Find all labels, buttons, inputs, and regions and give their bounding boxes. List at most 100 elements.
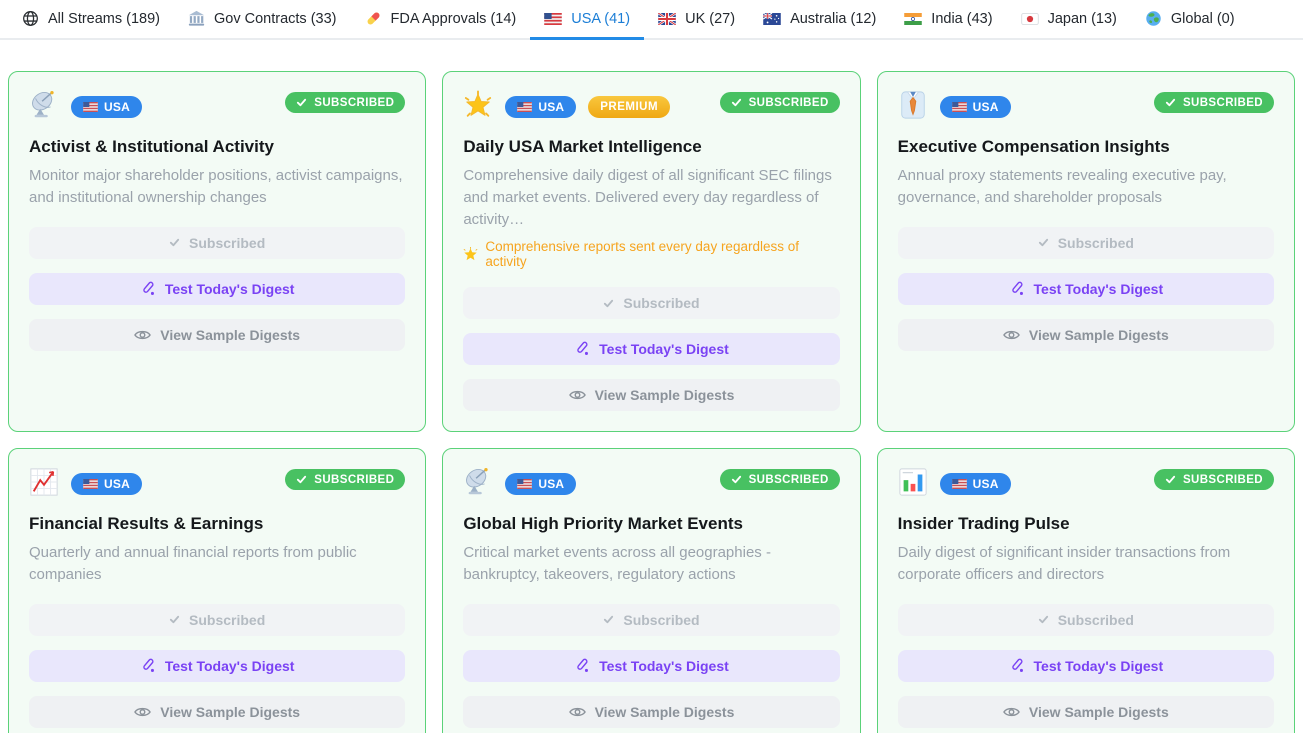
subscribed-badge-label: SUBSCRIBED	[314, 97, 394, 109]
premium-note-text: Comprehensive reports sent every day reg…	[485, 239, 839, 269]
stream-cards-grid: USA SUBSCRIBED Activist & Institutional …	[8, 71, 1295, 733]
tab-australia[interactable]: Australia (12)	[749, 0, 890, 40]
glowing-star-icon	[463, 247, 478, 262]
check-icon	[603, 298, 614, 309]
tab-label: USA (41)	[571, 11, 630, 27]
test-tube-icon	[140, 281, 156, 297]
subscribed-button-label: Subscribed	[189, 235, 265, 251]
tab-japan[interactable]: Japan (13)	[1007, 0, 1131, 40]
flag-in-icon	[904, 13, 922, 25]
tab-uk[interactable]: UK (27)	[644, 0, 749, 40]
tab-label: Gov Contracts (33)	[214, 11, 337, 27]
subscribed-button[interactable]: Subscribed	[463, 604, 839, 636]
flag-au-icon	[763, 13, 781, 25]
check-icon	[169, 237, 180, 248]
view-samples-button[interactable]: View Sample Digests	[29, 696, 405, 728]
subscribed-badge-label: SUBSCRIBED	[749, 97, 829, 109]
region-badge-label: USA	[538, 477, 564, 491]
check-icon	[296, 97, 307, 108]
view-samples-button-label: View Sample Digests	[160, 327, 300, 343]
subscribed-badge: SUBSCRIBED	[1154, 92, 1274, 113]
card-title: Financial Results & Earnings	[29, 514, 405, 534]
tab-label: All Streams (189)	[48, 11, 160, 27]
test-digest-button[interactable]: Test Today's Digest	[898, 273, 1274, 305]
region-badge-label: USA	[104, 477, 130, 491]
subscribed-button[interactable]: Subscribed	[898, 227, 1274, 259]
subscribed-button-label: Subscribed	[189, 612, 265, 628]
view-samples-button[interactable]: View Sample Digests	[29, 319, 405, 351]
us-flag-icon	[952, 102, 967, 112]
view-samples-button[interactable]: View Sample Digests	[898, 696, 1274, 728]
region-badge-label: USA	[104, 100, 130, 114]
stream-filter-tabs: All Streams (189) Gov Contracts (33) FDA…	[0, 0, 1303, 40]
subscribed-button-label: Subscribed	[623, 295, 699, 311]
card-description: Comprehensive daily digest of all signif…	[463, 165, 839, 230]
view-samples-button[interactable]: View Sample Digests	[463, 696, 839, 728]
card-description: Annual proxy statements revealing execut…	[898, 165, 1274, 209]
view-samples-button-label: View Sample Digests	[595, 387, 735, 403]
stream-card: USA SUBSCRIBED Global High Priority Mark…	[442, 448, 860, 733]
subscribed-button[interactable]: Subscribed	[29, 227, 405, 259]
subscribed-button[interactable]: Subscribed	[29, 604, 405, 636]
test-digest-button[interactable]: Test Today's Digest	[29, 273, 405, 305]
tab-gov-contracts[interactable]: Gov Contracts (33)	[174, 0, 351, 40]
subscribed-button-label: Subscribed	[1058, 612, 1134, 628]
region-badge: USA	[940, 96, 1011, 118]
tab-all-streams[interactable]: All Streams (189)	[8, 0, 174, 40]
tab-usa[interactable]: USA (41)	[530, 0, 644, 40]
subscribed-button[interactable]: Subscribed	[463, 287, 839, 319]
card-description: Daily digest of significant insider tran…	[898, 542, 1274, 586]
subscribed-badge: SUBSCRIBED	[285, 92, 405, 113]
subscribed-button-label: Subscribed	[623, 612, 699, 628]
card-description: Monitor major shareholder positions, act…	[29, 165, 405, 209]
view-samples-button-label: View Sample Digests	[1029, 704, 1169, 720]
subscribed-badge-label: SUBSCRIBED	[1183, 97, 1263, 109]
us-flag-icon	[517, 102, 532, 112]
check-icon	[296, 474, 307, 485]
view-samples-button[interactable]: View Sample Digests	[463, 379, 839, 411]
subscribed-badge: SUBSCRIBED	[720, 92, 840, 113]
test-tube-icon	[574, 658, 590, 674]
satellite-dish-icon	[463, 467, 493, 497]
bank-icon	[188, 10, 205, 27]
tab-global[interactable]: Global (0)	[1131, 0, 1249, 40]
test-tube-icon	[1009, 658, 1025, 674]
stream-card: USA SUBSCRIBED Activist & Institutional …	[8, 71, 426, 432]
tab-label: Australia (12)	[790, 11, 876, 27]
test-digest-button[interactable]: Test Today's Digest	[29, 650, 405, 682]
us-flag-icon	[517, 479, 532, 489]
check-icon	[1038, 237, 1049, 248]
test-digest-button[interactable]: Test Today's Digest	[898, 650, 1274, 682]
subscribed-badge-label: SUBSCRIBED	[749, 474, 829, 486]
subscribed-badge: SUBSCRIBED	[720, 469, 840, 490]
us-flag-icon	[83, 479, 98, 489]
card-title: Insider Trading Pulse	[898, 514, 1274, 534]
tab-india[interactable]: India (43)	[890, 0, 1006, 40]
check-icon	[1165, 474, 1176, 485]
test-tube-icon	[140, 658, 156, 674]
card-description: Quarterly and annual financial reports f…	[29, 542, 405, 586]
test-digest-button[interactable]: Test Today's Digest	[463, 333, 839, 365]
glowing-star-icon	[463, 90, 493, 120]
subscribed-badge-label: SUBSCRIBED	[1183, 474, 1263, 486]
test-digest-button-label: Test Today's Digest	[599, 341, 729, 357]
globe-icon	[22, 10, 39, 27]
card-title: Activist & Institutional Activity	[29, 137, 405, 157]
satellite-dish-icon	[29, 90, 59, 120]
card-title: Global High Priority Market Events	[463, 514, 839, 534]
view-samples-button[interactable]: View Sample Digests	[898, 319, 1274, 351]
tab-label: FDA Approvals (14)	[391, 11, 517, 27]
region-badge-label: USA	[973, 100, 999, 114]
tab-fda-approvals[interactable]: FDA Approvals (14)	[351, 0, 531, 40]
pill-icon	[365, 10, 382, 27]
eye-icon	[569, 706, 586, 718]
premium-note: Comprehensive reports sent every day reg…	[463, 239, 839, 269]
test-digest-button-label: Test Today's Digest	[1034, 658, 1164, 674]
view-samples-button-label: View Sample Digests	[1029, 327, 1169, 343]
tab-label: Global (0)	[1171, 11, 1235, 27]
subscribed-button[interactable]: Subscribed	[898, 604, 1274, 636]
stream-card: USA SUBSCRIBED Insider Trading Pulse Dai…	[877, 448, 1295, 733]
region-badge: USA	[505, 96, 576, 118]
view-samples-button-label: View Sample Digests	[160, 704, 300, 720]
test-digest-button[interactable]: Test Today's Digest	[463, 650, 839, 682]
